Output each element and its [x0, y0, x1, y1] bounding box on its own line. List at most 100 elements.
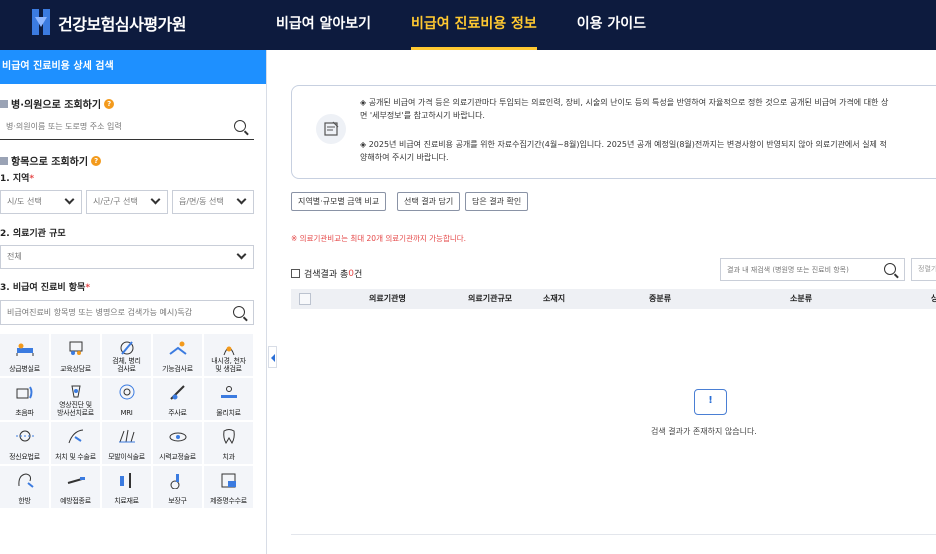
- result-research-input[interactable]: [721, 259, 871, 280]
- chevron-down-icon: [236, 194, 247, 205]
- oriental-medicine-icon: [17, 473, 34, 488]
- category-label: 처치 및 수술료: [55, 453, 96, 461]
- category-label: 상급병실료: [9, 365, 40, 373]
- category-item[interactable]: 한방: [0, 466, 49, 508]
- col-location[interactable]: 소재지: [543, 289, 565, 309]
- select-all-checkbox[interactable]: [299, 293, 311, 305]
- sigungu-select[interactable]: 시/군/구 선택: [86, 190, 168, 214]
- notice-box: ◈ 공개된 비급여 가격 등은 의료기관마다 투입되는 의료인력, 장비, 시술…: [291, 85, 936, 179]
- category-label: 주사료: [168, 409, 187, 417]
- category-label: 모발이식술료: [108, 453, 145, 461]
- sort-select[interactable]: 정렬기: [911, 258, 936, 281]
- category-item[interactable]: 검체, 병리 검사료: [102, 334, 151, 376]
- notice-line-4: 양해하여 주시기 바랍니다.: [360, 153, 449, 162]
- tooth-icon: [222, 429, 235, 444]
- view-saved-button[interactable]: 담은 결과 확인: [465, 192, 529, 211]
- item-search-field: [0, 300, 254, 325]
- col-hospital-name[interactable]: 의료기관명: [369, 289, 406, 309]
- hospital-bed-icon: [16, 343, 33, 356]
- region-scale-compare-button[interactable]: 지역별·규모별 금액 비교: [291, 192, 387, 211]
- category-item[interactable]: 영상진단 및 방사선치료료: [51, 378, 100, 420]
- category-item[interactable]: 예방접종료: [51, 466, 100, 508]
- category-item[interactable]: 치과: [204, 422, 253, 464]
- category-item[interactable]: 주사료: [153, 378, 202, 420]
- vision-correction-icon: [169, 432, 186, 442]
- bullet-icon: [0, 156, 8, 165]
- category-label: 예방접종료: [60, 497, 91, 505]
- eupmyeondong-select[interactable]: 읍/면/동 선택: [172, 190, 254, 214]
- category-label: 초음파: [15, 409, 34, 417]
- hira-logo-icon[interactable]: [32, 9, 50, 35]
- category-item[interactable]: 기능검사료: [153, 334, 202, 376]
- main-menu: 비급여 알아보기 비급여 진료비용 정보 이용 가이드: [276, 0, 686, 50]
- certificate-icon: [221, 473, 236, 488]
- hair-transplant-icon: [118, 429, 135, 443]
- category-item[interactable]: 모발이식술료: [102, 422, 151, 464]
- col-hospital-scale[interactable]: 의료기관규모: [468, 289, 512, 309]
- list-icon: [291, 269, 300, 278]
- category-label: 치과: [222, 453, 235, 461]
- specimen-test-icon: [120, 341, 133, 355]
- question-icon[interactable]: ?: [91, 155, 102, 166]
- sidebar-collapse-button[interactable]: [268, 346, 277, 368]
- search-icon[interactable]: [884, 263, 896, 275]
- category-label: 검체, 병리 검사료: [112, 357, 141, 373]
- category-item[interactable]: 치료재료: [102, 466, 151, 508]
- bullet-icon: [0, 99, 8, 108]
- chevron-down-icon: [236, 249, 247, 260]
- category-label: 물리치료: [216, 409, 241, 417]
- injection-icon: [169, 385, 185, 400]
- category-item[interactable]: 내시경, 천자 및 생검료: [204, 334, 253, 376]
- notice-line-3: ◈ 2025년 비급여 진료비용 공개를 위한 자료수집기간(4월~8월)입니다…: [360, 140, 887, 149]
- category-item[interactable]: 제증명수수료: [204, 466, 253, 508]
- category-item[interactable]: 초음파: [0, 378, 49, 420]
- ultrasound-icon: [16, 386, 32, 399]
- category-item[interactable]: 물리치료: [204, 378, 253, 420]
- category-label: 제증명수수료: [210, 497, 247, 505]
- menu-nonbenefit-cost-info[interactable]: 비급여 진료비용 정보: [411, 0, 537, 50]
- endoscope-icon: [223, 346, 234, 356]
- sido-select[interactable]: 시/도 선택: [0, 190, 82, 214]
- category-item[interactable]: 상급병실료: [0, 334, 49, 376]
- category-item[interactable]: MRI: [102, 378, 151, 420]
- sidebar-title: 비급여 진료비용 상세 검색: [0, 50, 266, 84]
- menu-nonbenefit-intro[interactable]: 비급여 알아보기: [276, 0, 371, 50]
- category-label: 정신요법료: [9, 453, 40, 461]
- mri-icon: [119, 384, 134, 400]
- category-label: 영상진단 및 방사선치료료: [57, 401, 94, 417]
- category-item[interactable]: 시력교정술료: [153, 422, 202, 464]
- menu-usage-guide[interactable]: 이용 가이드: [577, 0, 646, 50]
- treatment-material-icon: [119, 473, 131, 488]
- category-item[interactable]: 교육상담료: [51, 334, 100, 376]
- category-item[interactable]: 정신요법료: [0, 422, 49, 464]
- search-icon[interactable]: [234, 120, 246, 132]
- radiology-icon: [70, 385, 81, 398]
- category-item[interactable]: 보장구: [153, 466, 202, 508]
- hospital-search-input[interactable]: [0, 115, 220, 138]
- col-sub-category[interactable]: 소분류: [790, 289, 812, 309]
- question-icon[interactable]: ?: [104, 98, 115, 109]
- notice-memo-icon: [316, 114, 346, 144]
- col-more[interactable]: 상: [931, 289, 936, 309]
- hospital-search-field: [0, 115, 254, 140]
- notice-line-1: ◈ 공개된 비급여 가격 등은 의료기관마다 투입되는 의료인력, 장비, 시술…: [360, 98, 889, 107]
- physical-therapy-icon: [220, 386, 237, 398]
- item-search-input[interactable]: [1, 301, 221, 324]
- chevron-down-icon: [150, 194, 161, 205]
- category-item[interactable]: 처치 및 수술료: [51, 422, 100, 464]
- category-label: 시력교정술료: [159, 453, 196, 461]
- item-search-title: 항목으로 조회하기 ?: [0, 153, 102, 168]
- search-icon[interactable]: [233, 306, 245, 318]
- add-selection-button[interactable]: 선택 결과 담기: [397, 192, 461, 211]
- psychotherapy-icon: [15, 430, 34, 442]
- scale-select[interactable]: 전체: [0, 245, 254, 269]
- function-test-icon: [168, 341, 187, 355]
- consultation-icon: [69, 341, 82, 355]
- chevron-down-icon: [64, 194, 75, 205]
- hospital-search-title: 병·의원으로 조회하기 ?: [0, 96, 115, 111]
- category-label: 교육상담료: [60, 365, 91, 373]
- surgery-icon: [68, 429, 83, 444]
- empty-result-text: 검색 결과가 존재하지 않습니다.: [651, 427, 757, 436]
- col-mid-category[interactable]: 중분류: [649, 289, 671, 309]
- site-title[interactable]: 건강보험심사평가원: [58, 11, 186, 35]
